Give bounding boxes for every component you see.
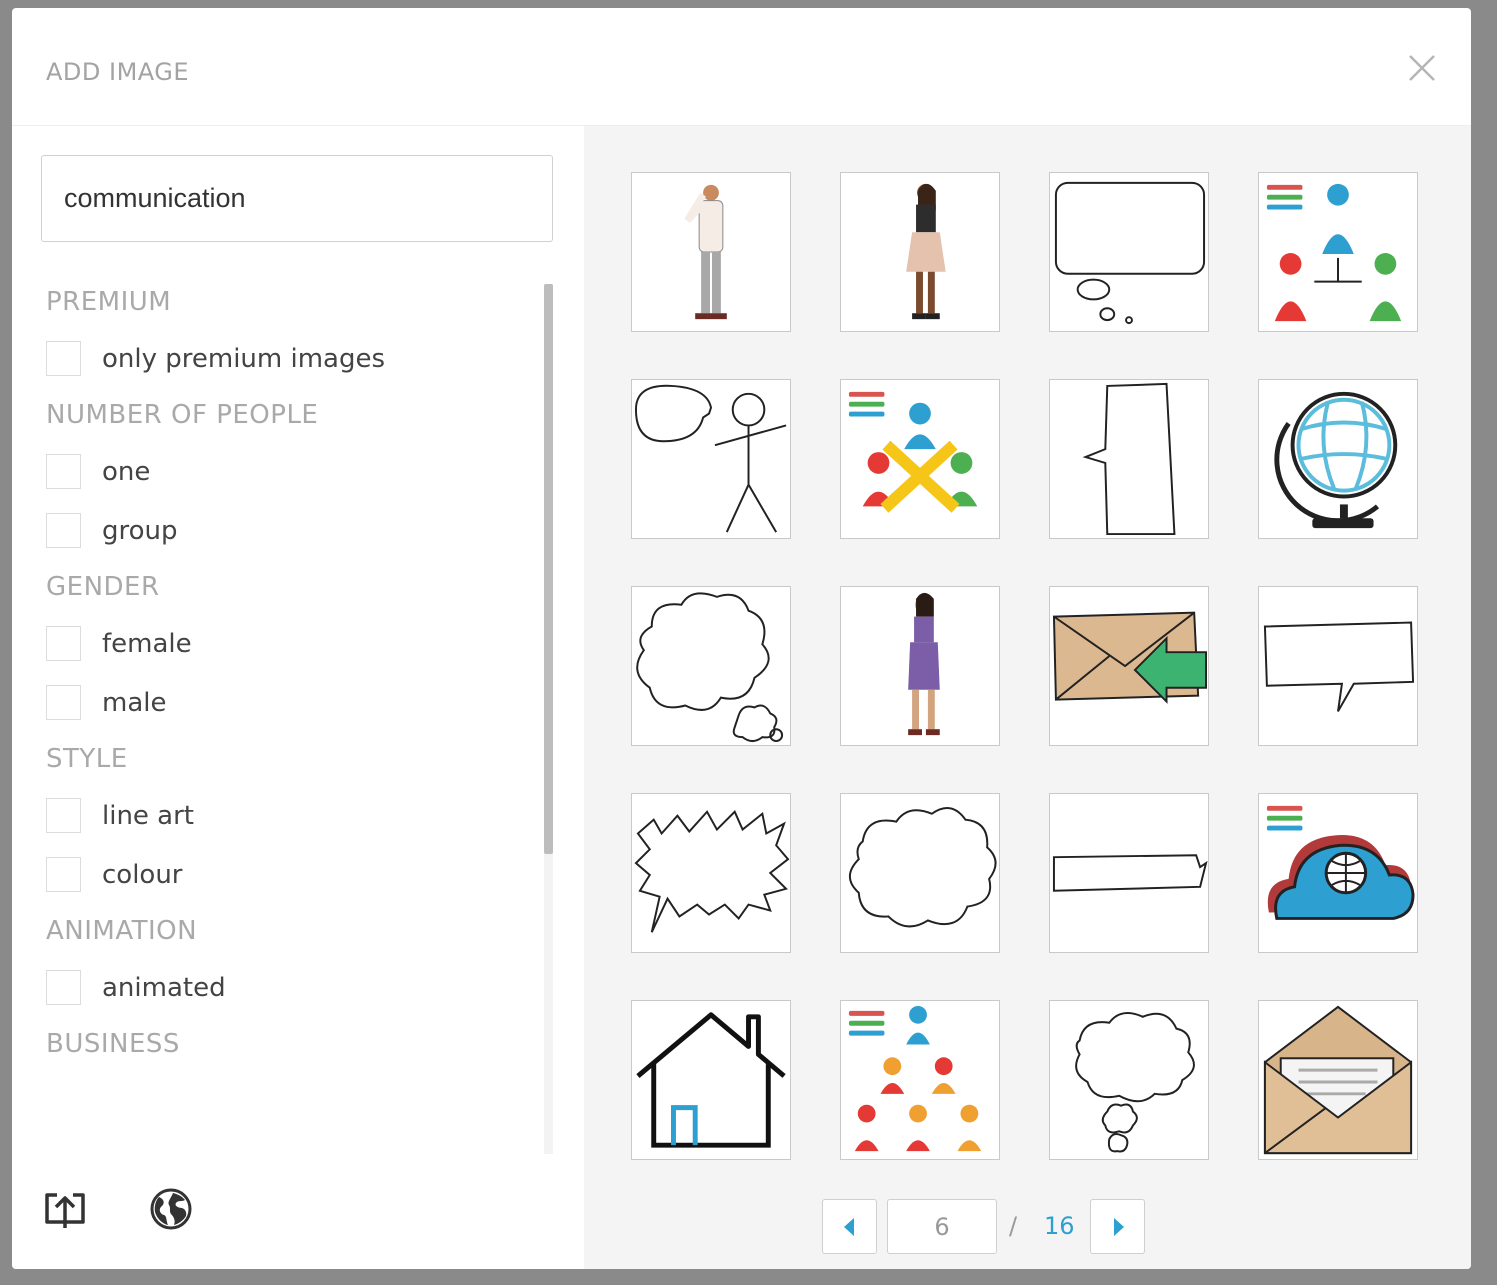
image-tile-thought-bubble-rect[interactable] — [1049, 172, 1209, 332]
filter-group: BUSINESS — [46, 1028, 526, 1060]
image-tile-cloud-network[interactable] — [1258, 793, 1418, 953]
image-tile-envelope-incoming[interactable] — [1049, 586, 1209, 746]
chevron-right-icon — [1114, 1218, 1124, 1236]
filter-checkbox[interactable] — [46, 454, 81, 489]
filter-panel: PREMIUM only premium images NUMBER OF PEOP… — [12, 126, 584, 1269]
upload-button[interactable] — [42, 1186, 88, 1232]
dialog-header: ADD IMAGE — [12, 8, 1471, 126]
filter-option[interactable]: colour — [46, 856, 526, 893]
open-envelope-letter-image — [1263, 1005, 1413, 1155]
woman-on-phone-image — [906, 183, 946, 320]
close-icon — [1409, 55, 1435, 81]
image-tile-tall-speech-bubble[interactable] — [1049, 379, 1209, 539]
scrollbar-thumb[interactable] — [544, 284, 553, 854]
image-tile-wide-speech-bubble[interactable] — [1258, 586, 1418, 746]
globe-image — [1274, 391, 1398, 529]
filter-option-label: one — [102, 456, 151, 487]
woman-purple-dress-phone-image — [908, 592, 940, 736]
filter-option-label: animated — [102, 972, 226, 1003]
stick-figure-speech-image — [634, 384, 787, 533]
globe-icon — [150, 1188, 192, 1230]
image-tile-stick-figure-speech[interactable] — [631, 379, 791, 539]
image-tile-cloud-bubble[interactable] — [840, 793, 1000, 953]
filter-checkbox[interactable] — [46, 970, 81, 1005]
banner-bubble-image — [1052, 854, 1208, 892]
page-separator: / — [1009, 1212, 1018, 1240]
close-button[interactable] — [1402, 48, 1442, 88]
filter-option-label: male — [102, 687, 167, 718]
add-image-dialog: ADD IMAGE PREMIUM only premium images NUMB… — [12, 8, 1471, 1269]
upload-icon — [45, 1193, 85, 1228]
wide-speech-bubble-image — [1263, 621, 1415, 712]
image-tile-banner-bubble[interactable] — [1049, 793, 1209, 953]
prev-page-button[interactable] — [822, 1199, 877, 1254]
image-tile-house-outline[interactable] — [631, 1000, 791, 1160]
dialog-title: ADD IMAGE — [46, 58, 190, 86]
filter-option-label: group — [102, 515, 178, 546]
filter-option[interactable]: one — [46, 453, 526, 490]
search-input[interactable] — [41, 155, 553, 242]
filter-group-title: GENDER — [46, 572, 160, 602]
thought-bubble-rect-image — [1054, 181, 1206, 325]
image-tile-team-hierarchy[interactable] — [1258, 172, 1418, 332]
filter-group: STYLE line art colour — [46, 743, 526, 893]
envelope-incoming-image — [1052, 611, 1208, 704]
filter-option-label: female — [102, 628, 192, 659]
filter-option[interactable]: only premium images — [46, 340, 526, 377]
page-total: 16 — [1044, 1212, 1075, 1240]
filter-group: PREMIUM only premium images — [46, 286, 526, 377]
filter-group: NUMBER OF PEOPLE one group — [46, 399, 526, 549]
filter-group-title: STYLE — [46, 744, 128, 774]
thought-cloud-puffs-image — [1075, 1012, 1195, 1153]
team-hierarchy-image — [1266, 183, 1402, 322]
web-search-button[interactable] — [149, 1187, 193, 1231]
filter-checkbox[interactable] — [46, 513, 81, 548]
cloud-network-image — [1266, 805, 1415, 920]
filter-checkbox[interactable] — [46, 798, 81, 833]
group-discussion-image — [848, 391, 978, 513]
spiky-speech-bubble-image — [634, 810, 790, 933]
filter-group-title: BUSINESS — [46, 1029, 180, 1059]
man-on-phone-image — [684, 184, 727, 320]
filter-group: GENDER female male — [46, 571, 526, 721]
filter-option-label: colour — [102, 859, 183, 890]
filter-checkbox[interactable] — [46, 341, 81, 376]
image-tile-cloud-thought-bubble[interactable] — [631, 586, 791, 746]
image-tile-spiky-speech-bubble[interactable] — [631, 793, 791, 953]
filter-option[interactable]: female — [46, 625, 526, 662]
tall-speech-bubble-image — [1082, 382, 1176, 536]
house-outline-image — [636, 1012, 786, 1148]
filter-option[interactable]: line art — [46, 797, 526, 834]
filter-group-title: ANIMATION — [46, 916, 198, 946]
filter-option[interactable]: group — [46, 512, 526, 549]
filter-checkbox[interactable] — [46, 685, 81, 720]
image-tile-org-chart[interactable] — [840, 1000, 1000, 1160]
chevron-left-icon — [844, 1218, 854, 1236]
page-number-input[interactable] — [887, 1199, 997, 1254]
filter-option[interactable]: male — [46, 684, 526, 721]
image-tile-thought-cloud-puffs[interactable] — [1049, 1000, 1209, 1160]
image-tile-globe[interactable] — [1258, 379, 1418, 539]
cloud-thought-bubble-image — [636, 592, 784, 743]
cloud-bubble-image — [848, 807, 997, 928]
next-page-button[interactable] — [1090, 1199, 1145, 1254]
filter-option[interactable]: animated — [46, 969, 526, 1006]
image-tile-woman-on-phone[interactable] — [840, 172, 1000, 332]
filter-option-label: only premium images — [102, 343, 386, 374]
filter-group: ANIMATION animated — [46, 915, 526, 1006]
image-tile-open-envelope-letter[interactable] — [1258, 1000, 1418, 1160]
image-tile-group-discussion[interactable] — [840, 379, 1000, 539]
filter-list: PREMIUM only premium images NUMBER OF PEOP… — [46, 286, 526, 1156]
filter-scrollbar[interactable] — [544, 284, 553, 1154]
image-grid — [631, 172, 1421, 1162]
image-tile-woman-purple-dress-phone[interactable] — [840, 586, 1000, 746]
filter-option-label: line art — [102, 800, 195, 831]
image-tile-man-on-phone[interactable] — [631, 172, 791, 332]
filter-checkbox[interactable] — [46, 857, 81, 892]
filter-group-title: PREMIUM — [46, 287, 172, 317]
filter-checkbox[interactable] — [46, 626, 81, 661]
org-chart-image — [848, 1005, 982, 1152]
filter-group-title: NUMBER OF PEOPLE — [46, 400, 319, 430]
results-panel: / 16 — [584, 126, 1471, 1269]
